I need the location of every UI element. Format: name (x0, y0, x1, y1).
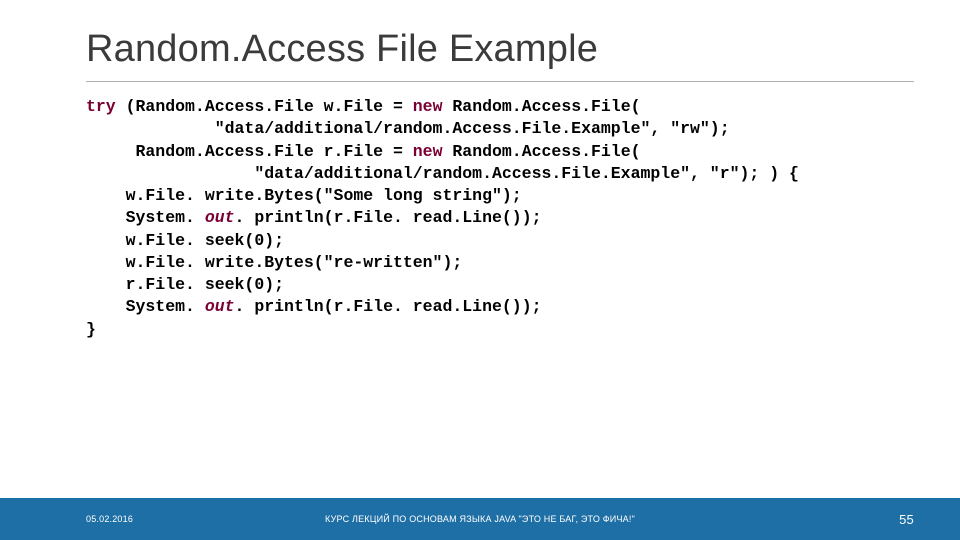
title-underline (86, 81, 914, 82)
code-block: try (Random.Access.File w.File = new Ran… (0, 96, 960, 341)
footer-date: 05.02.2016 (86, 514, 133, 524)
kw-new-2: new (413, 142, 443, 161)
slide-title: Random.Access File Example (86, 28, 910, 71)
footer-bar: 05.02.2016 КУРС ЛЕКЦИЙ ПО ОСНОВАМ ЯЗЫКА … (0, 498, 960, 540)
kw-out-2: out (205, 297, 235, 316)
kw-try: try (86, 97, 116, 116)
kw-out-1: out (205, 208, 235, 227)
footer-page: 55 (899, 512, 914, 527)
kw-new-1: new (413, 97, 443, 116)
footer-course: КУРС ЛЕКЦИЙ ПО ОСНОВАМ ЯЗЫКА JAVA "ЭТО Н… (0, 514, 960, 524)
